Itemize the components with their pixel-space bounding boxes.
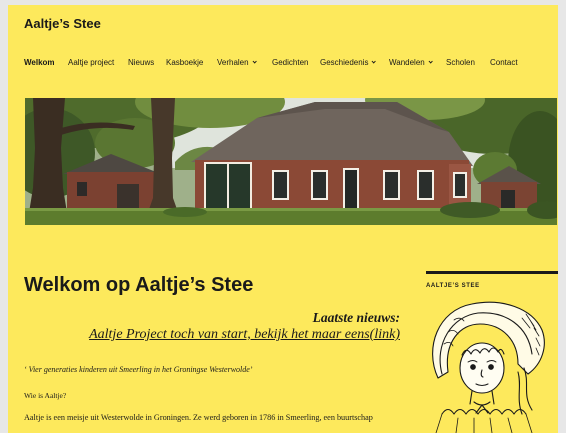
shed-right-part <box>501 190 515 210</box>
header-image <box>25 98 557 225</box>
barn-left-part <box>77 182 87 196</box>
nav-item-label: Aaltje project <box>68 58 115 67</box>
farmhouse-part <box>419 172 432 198</box>
nav-item-label: Nieuws <box>128 58 155 67</box>
nav-item-label: Contact <box>490 58 518 67</box>
news-link[interactable]: Aaltje Project toch van start, bekijk he… <box>24 326 400 343</box>
chevron-down-icon[interactable] <box>428 58 433 64</box>
nav-item-label: Wandelen <box>389 58 425 67</box>
right-eye <box>488 364 494 370</box>
collar <box>441 408 527 415</box>
nav-item-wandelen[interactable]: Wandelen <box>389 58 433 68</box>
bonnet-ribbon <box>517 367 533 415</box>
nav-item-label: Geschiedenis <box>320 58 369 67</box>
nav-item-kasboekje[interactable]: Kasboekje <box>166 58 203 68</box>
line-art <box>432 301 545 433</box>
intro-paragraph: Aaltje is een meisje uit Westerwolde in … <box>24 413 373 422</box>
nav-item-geschiedenis[interactable]: Geschiedenis <box>320 58 377 68</box>
nav-item-gedichten[interactable]: Gedichten <box>272 58 308 68</box>
chevron-down-icon[interactable] <box>371 58 377 64</box>
nav-item-aaltje-project[interactable]: Aaltje project <box>68 58 114 68</box>
tagline: ‘ Vier generaties kinderen uit Smeerling… <box>24 365 253 374</box>
farmhouse-part <box>345 170 357 212</box>
nav-item-scholen[interactable]: Scholen <box>446 58 475 68</box>
nav-item-label: Scholen <box>446 58 475 67</box>
farmhouse-part <box>313 172 326 198</box>
header-image-link[interactable] <box>25 98 557 225</box>
widget-divider <box>426 271 558 274</box>
page-title: Welkom op Aaltje’s Stee <box>24 274 254 296</box>
left-eye <box>470 364 476 370</box>
intro-question: Wie is Aaltje? <box>24 391 67 400</box>
dress-folds <box>435 413 533 433</box>
widget-title: AALTJE’S STEE <box>426 283 480 289</box>
nav-item-label: Welkom <box>24 58 55 67</box>
nav-item-welkom[interactable]: Welkom <box>24 58 55 68</box>
chevron-down-icon[interactable] <box>251 58 257 64</box>
farmhouse-part <box>274 172 287 198</box>
nav-item-nieuws[interactable]: Nieuws <box>128 58 154 68</box>
browser-viewport: Aaltje’s Stee Welkom Aaltje project Nieu… <box>0 0 566 433</box>
nav-item-label: Verhalen <box>217 58 249 67</box>
barn-left-part <box>117 184 139 210</box>
nav-item-verhalen[interactable]: Verhalen <box>217 58 257 68</box>
lawn-part <box>440 202 500 218</box>
nav-item-label: Kasboekje <box>166 58 204 67</box>
farmhouse-part <box>385 172 398 198</box>
lawn-part <box>163 207 207 217</box>
nav-item-label: Gedichten <box>272 58 309 67</box>
farmhouse-part <box>229 164 250 212</box>
farmhouse-part <box>206 164 227 212</box>
site-title[interactable]: Aaltje’s Stee <box>24 16 101 32</box>
farmhouse-part <box>455 174 465 196</box>
girl-illustration <box>432 301 545 433</box>
sidebar-illustration <box>418 298 548 433</box>
news-heading: Laatste nieuws: <box>312 310 400 325</box>
nav-item-contact[interactable]: Contact <box>490 58 518 68</box>
